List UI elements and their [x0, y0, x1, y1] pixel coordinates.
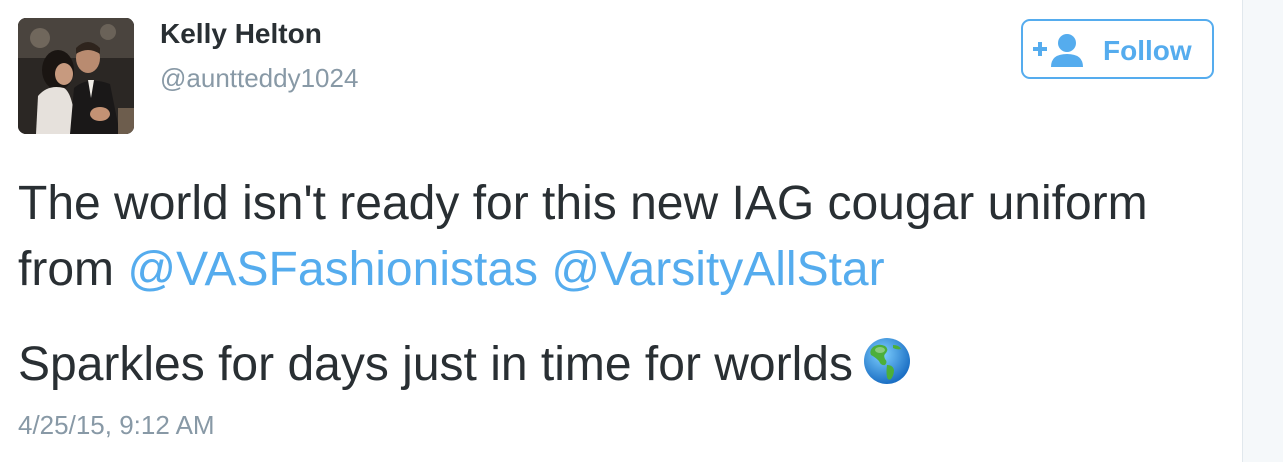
mention-link[interactable]: @VarsityAllStar [551, 243, 884, 296]
tweet-card: Kelly Helton @auntteddy1024 Follow The w… [0, 0, 1242, 462]
avatar[interactable] [18, 18, 134, 134]
mention-link[interactable]: @VASFashionistas [127, 243, 538, 296]
timestamp[interactable]: 4/25/15, 9:12 AM [18, 410, 215, 441]
username[interactable]: @auntteddy1024 [160, 63, 358, 94]
right-gutter [1242, 0, 1283, 462]
display-name[interactable]: Kelly Helton [160, 18, 322, 50]
add-user-icon [1033, 34, 1083, 67]
tweet-text-prefix: from [18, 243, 128, 296]
profile-photo [18, 18, 134, 134]
tweet-text-line: Sparkles for days just in time for world… [18, 337, 911, 389]
follow-button[interactable]: Follow [1021, 19, 1214, 79]
earth-globe-americas-icon [863, 338, 910, 384]
follow-button-label: Follow [1103, 35, 1192, 66]
tweet-text: Sparkles for days just in time for world… [18, 338, 853, 391]
tweet-text-line: from @VASFashionistas @VarsityAllStar [18, 246, 885, 294]
tweet-text-line: The world isn't ready for this new IAG c… [18, 177, 1148, 230]
